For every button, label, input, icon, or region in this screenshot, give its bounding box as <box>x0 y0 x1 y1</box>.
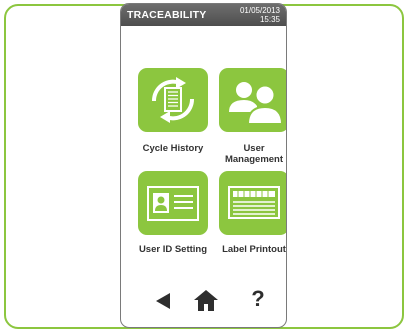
user-id-setting-button[interactable] <box>138 171 208 235</box>
home-button[interactable] <box>193 287 219 313</box>
help-button[interactable]: ? <box>247 285 269 313</box>
label-printer-icon <box>228 186 280 219</box>
app-title: TRACEABILITY <box>127 9 207 21</box>
device-screen: TRACEABILITY 01/05/2013 15:35 Cycle Hist… <box>120 3 287 328</box>
user-management-label: User Management <box>209 143 286 165</box>
home-icon <box>194 290 218 311</box>
cycle-history-label: Cycle History <box>142 143 204 154</box>
user-group-icon <box>229 82 284 125</box>
date-time: 01/05/2013 15:35 <box>240 6 280 24</box>
back-arrow-icon <box>156 293 170 309</box>
status-bar: TRACEABILITY 01/05/2013 15:35 <box>121 4 286 26</box>
id-card-icon <box>147 186 199 221</box>
label-printout-label: Label Printout <box>222 244 286 255</box>
back-button[interactable] <box>151 289 175 313</box>
status-time: 15:35 <box>259 15 280 24</box>
status-date: 01/05/2013 <box>239 6 280 15</box>
user-management-label-line1: User <box>243 143 265 154</box>
user-management-label-line2: Management <box>224 154 284 165</box>
user-id-setting-label: User ID Setting <box>138 244 208 255</box>
label-printout-button[interactable] <box>219 171 286 235</box>
user-management-button[interactable] <box>219 68 286 132</box>
cycle-history-button[interactable] <box>138 68 208 132</box>
cycle-history-icon <box>151 77 195 123</box>
